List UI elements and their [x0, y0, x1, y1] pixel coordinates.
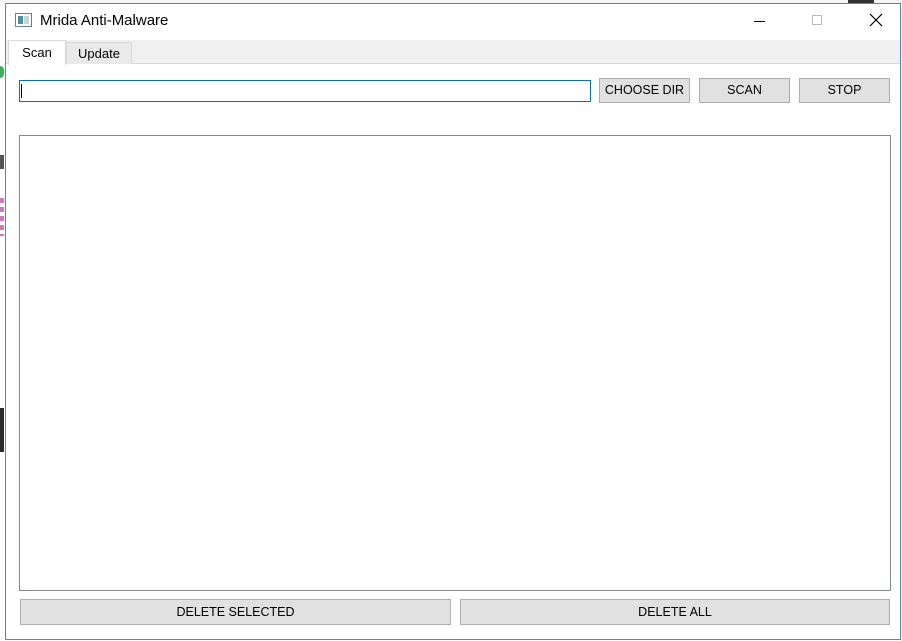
app-window-icon[interactable]	[15, 13, 32, 27]
desktop-background-fragment	[0, 408, 4, 452]
maximize-icon	[812, 15, 822, 25]
directory-path-input[interactable]	[19, 80, 591, 102]
close-icon	[869, 13, 883, 27]
text-caret	[21, 84, 22, 98]
desktop-background-fragment	[0, 66, 4, 78]
desktop-background-fragment	[0, 198, 4, 236]
delete-all-button[interactable]: DELETE ALL	[460, 599, 890, 625]
desktop-background-fragment	[0, 155, 4, 169]
delete-selected-button[interactable]: DELETE SELECTED	[20, 599, 451, 625]
tab-update[interactable]: Update	[66, 42, 132, 64]
maximize-button[interactable]	[788, 4, 846, 40]
title-bar[interactable]: Mrida Anti-Malware	[6, 4, 900, 40]
minimize-icon	[754, 21, 765, 22]
minimize-button[interactable]	[730, 4, 788, 40]
stop-button[interactable]: STOP	[799, 78, 890, 103]
tab-bar: Scan Update	[6, 40, 900, 65]
close-button[interactable]	[846, 4, 902, 40]
app-window: Mrida Anti-Malware Scan Update CHOOSE DI…	[5, 3, 901, 640]
window-title: Mrida Anti-Malware	[40, 12, 169, 29]
scan-results-list[interactable]	[19, 135, 891, 591]
tab-scan[interactable]: Scan	[8, 40, 66, 65]
scan-button[interactable]: SCAN	[699, 78, 790, 103]
choose-dir-button[interactable]: CHOOSE DIR	[599, 78, 690, 103]
